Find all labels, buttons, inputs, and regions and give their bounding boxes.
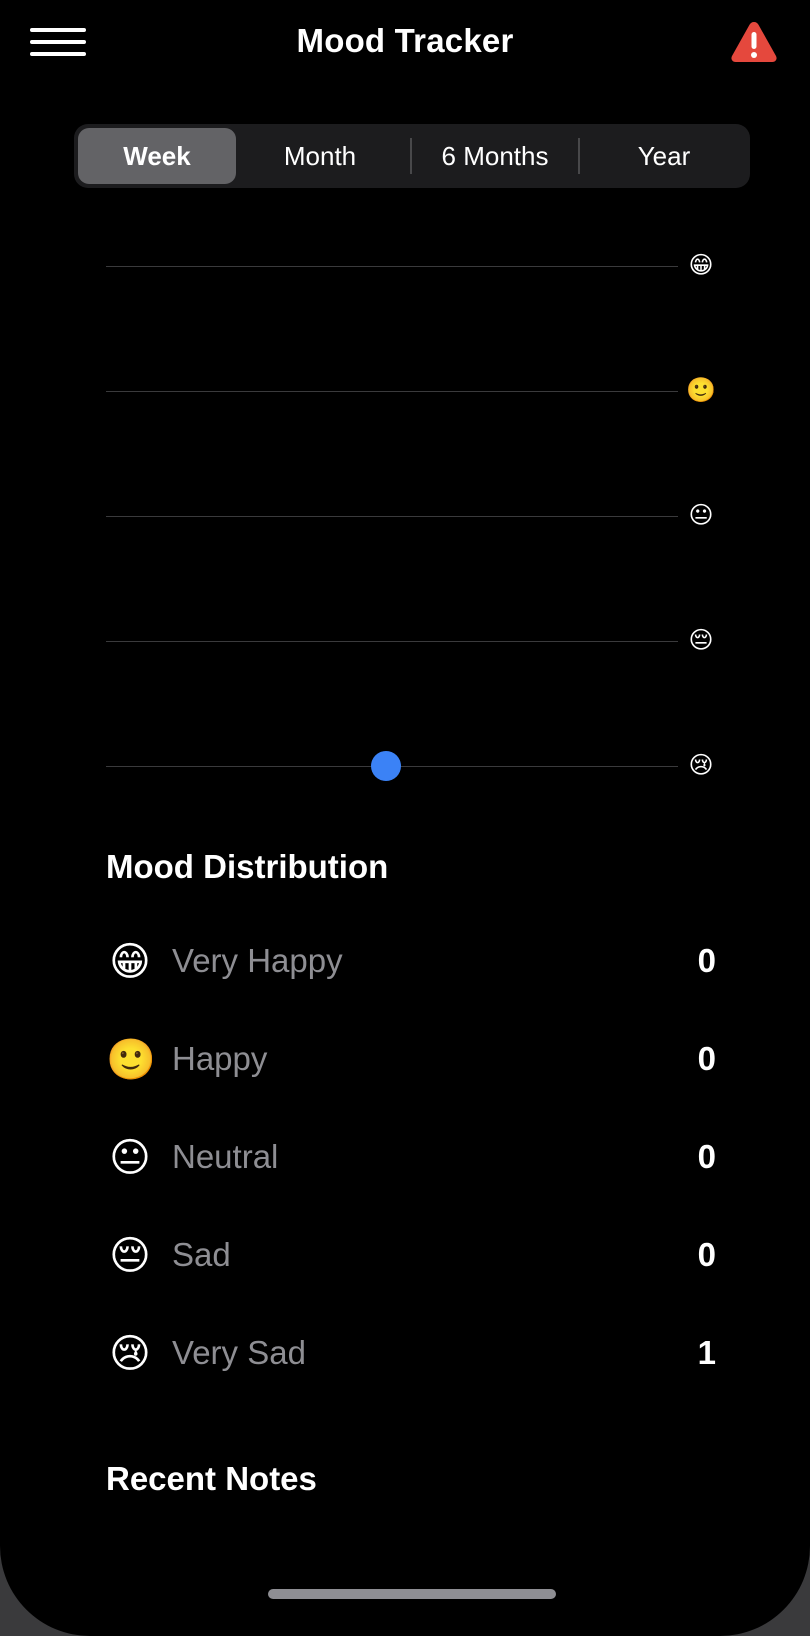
warning-icon[interactable] (730, 20, 778, 64)
mood-chart: 😁 🙂 😐 😔 😢 (0, 230, 810, 790)
y-axis-very-happy-emoji-icon: 😁 (688, 252, 714, 279)
tab-week[interactable]: Week (78, 128, 236, 184)
segment-divider (578, 138, 580, 174)
distribution-row-neutral: 😐 Neutral 0 (106, 1128, 718, 1188)
distribution-count: 0 (697, 1236, 716, 1273)
tab-month[interactable]: Month (240, 128, 400, 184)
y-axis-very-sad-emoji-icon: 😢 (688, 752, 714, 779)
distribution-count: 0 (697, 1138, 716, 1175)
mood-distribution-title: Mood Distribution (106, 848, 389, 885)
distribution-row-very-sad: 😢 Very Sad 1 (106, 1324, 718, 1384)
very-happy-emoji-icon: 😁 (109, 940, 151, 984)
happy-emoji-icon: 🙂 (106, 1038, 156, 1082)
distribution-count: 0 (697, 1040, 716, 1077)
mood-data-point[interactable] (371, 751, 402, 781)
distribution-label: Very Sad (172, 1334, 306, 1371)
very-sad-emoji-icon: 😢 (109, 1332, 151, 1376)
tab-6-months[interactable]: 6 Months (414, 128, 576, 184)
tab-year[interactable]: Year (582, 128, 746, 184)
distribution-count: 1 (697, 1334, 716, 1371)
distribution-label: Neutral (172, 1138, 279, 1175)
neutral-emoji-icon: 😐 (109, 1136, 151, 1180)
distribution-count: 0 (697, 942, 716, 979)
grid-line (106, 391, 678, 392)
nav-bar: Mood Tracker (0, 0, 810, 86)
sad-emoji-icon: 😔 (109, 1234, 151, 1278)
y-axis-sad-emoji-icon: 😔 (688, 627, 714, 654)
distribution-label: Sad (172, 1236, 231, 1273)
distribution-row-very-happy: 😁 Very Happy 0 (106, 932, 718, 992)
grid-line (106, 266, 678, 267)
page-title: Mood Tracker (296, 22, 514, 59)
recent-notes-title: Recent Notes (106, 1460, 317, 1497)
home-indicator[interactable] (268, 1589, 556, 1599)
distribution-label: Very Happy (172, 942, 343, 979)
distribution-row-happy: 🙂 Happy 0 (106, 1030, 718, 1090)
distribution-row-sad: 😔 Sad 0 (106, 1226, 718, 1286)
segment-divider (410, 138, 412, 174)
grid-line (106, 516, 678, 517)
y-axis-happy-emoji-icon: 🙂 (686, 377, 716, 404)
distribution-label: Happy (172, 1040, 268, 1077)
grid-line (106, 641, 678, 642)
screen: Mood Tracker Week Month 6 Months Year 😁 🙂… (0, 0, 810, 1636)
time-range-selector: Week Month 6 Months Year (74, 124, 750, 188)
y-axis-neutral-emoji-icon: 😐 (688, 502, 714, 529)
